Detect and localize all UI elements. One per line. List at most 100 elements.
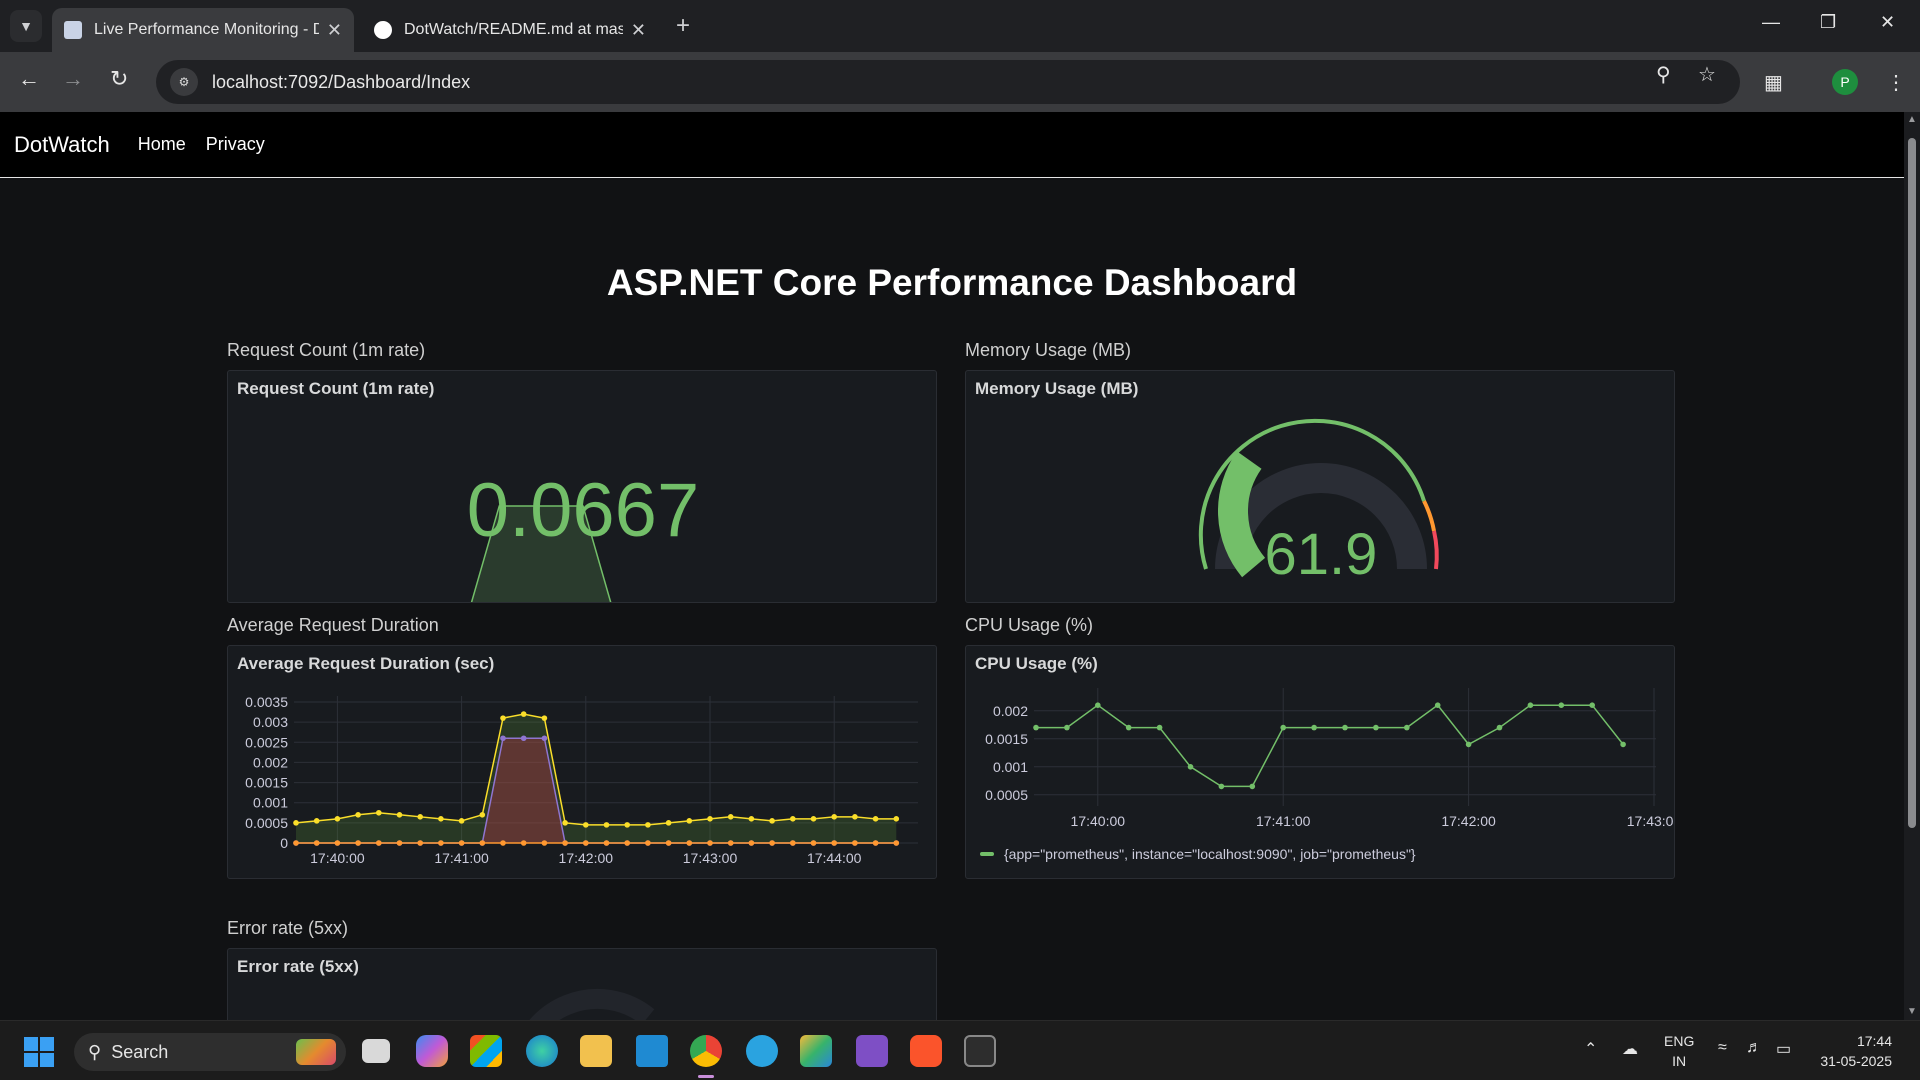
taskbar-clock[interactable]: 17:44 31-05-2025: [1812, 1031, 1892, 1071]
cpu-chart: 0.0005 0.001 0.0015 0.002 17:40:00 17:41:00 17…: [985, 688, 1675, 829]
bookmark-star-icon[interactable]: ☆: [1698, 62, 1716, 87]
data-point: [520, 711, 527, 717]
telegram-icon[interactable]: [746, 1035, 778, 1067]
y-tick-label: 0.0025: [245, 734, 288, 750]
data-point: [1434, 702, 1441, 708]
profile-avatar[interactable]: P: [1832, 69, 1858, 95]
data-point: [1064, 724, 1070, 731]
file-explorer-icon[interactable]: [580, 1035, 612, 1067]
data-point: [1496, 724, 1503, 731]
y-tick-label: 0.0015: [245, 775, 288, 791]
data-point: [707, 840, 713, 846]
url-text[interactable]: localhost:7092/Dashboard/Index: [212, 72, 470, 93]
restore-icon[interactable]: ❐: [1820, 12, 1836, 33]
data-point: [583, 840, 589, 846]
panel-title: Request Count (1m rate): [237, 379, 435, 398]
x-tick-label: 17:43:00: [1627, 813, 1675, 829]
tab-close-icon[interactable]: ✕: [631, 20, 646, 41]
page-scrollbar[interactable]: ▲ ▼: [1904, 112, 1920, 1020]
search-label: Search: [111, 1041, 169, 1062]
data-point: [355, 812, 361, 818]
close-window-icon[interactable]: ✕: [1880, 12, 1895, 33]
tray-chevron-icon[interactable]: ⌃: [1584, 1039, 1597, 1059]
terminal-icon[interactable]: [964, 1035, 996, 1067]
tab-search-button[interactable]: ▼: [10, 10, 42, 42]
panel-memory[interactable]: Memory Usage (MB) 61.9: [965, 370, 1675, 603]
y-tick-label: 0.0015: [985, 731, 1028, 747]
nav-home[interactable]: Home: [138, 134, 186, 155]
data-point: [872, 840, 879, 846]
y-tick-label: 0.0005: [985, 787, 1028, 803]
data-point: [1218, 783, 1225, 790]
brave-icon[interactable]: [910, 1035, 942, 1067]
x-tick-label: 17:40:00: [1071, 813, 1126, 829]
data-point: [541, 735, 548, 742]
reload-icon[interactable]: ↻: [110, 66, 128, 92]
data-point: [1589, 702, 1595, 708]
gauge-value: 61.9: [1264, 522, 1378, 587]
minimize-icon[interactable]: —: [1762, 12, 1780, 33]
panel-cpu[interactable]: CPU Usage (%) 0.0005 0.001 0.0015 0.002 17:4…: [965, 645, 1675, 879]
copilot-icon[interactable]: [416, 1035, 448, 1067]
search-highlight-icon: [296, 1039, 336, 1065]
data-point: [645, 840, 651, 846]
task-view-icon[interactable]: [362, 1039, 390, 1063]
address-bar[interactable]: ⚙ localhost:7092/Dashboard/Index: [156, 60, 1740, 104]
snipping-tool-icon[interactable]: [800, 1035, 832, 1067]
language-indicator[interactable]: ENG IN: [1664, 1031, 1694, 1071]
panel-request-count[interactable]: Request Count (1m rate) 0.0667: [227, 370, 937, 603]
windows-start-icon[interactable]: [24, 1037, 54, 1067]
scroll-thumb[interactable]: [1908, 138, 1916, 828]
edge-icon[interactable]: [526, 1035, 558, 1067]
microsoft-store-icon[interactable]: [470, 1035, 502, 1067]
data-point: [417, 840, 423, 846]
chrome-icon[interactable]: [690, 1035, 722, 1078]
site-info-icon[interactable]: ⚙: [170, 68, 198, 96]
visual-studio-icon[interactable]: [856, 1035, 888, 1067]
data-point: [396, 812, 403, 818]
data-point: [417, 814, 423, 820]
tab-live-performance[interactable]: Live Performance Monitoring - D ✕: [52, 8, 354, 52]
tab-close-icon[interactable]: ✕: [327, 20, 342, 41]
y-tick-label: 0.001: [993, 759, 1028, 775]
new-tab-button[interactable]: +: [676, 12, 690, 40]
menu-kebab-icon[interactable]: ⋮: [1886, 70, 1906, 95]
panel-avg-duration[interactable]: Average Request Duration (sec) 0 0.0005 0.…: [227, 645, 937, 879]
data-point: [396, 840, 403, 846]
error-rate-gauge: [529, 989, 655, 1020]
vscode-icon[interactable]: [636, 1035, 668, 1067]
panel-error-rate[interactable]: Error rate (5xx): [227, 948, 937, 1020]
scroll-down-icon[interactable]: ▼: [1907, 1006, 1917, 1017]
volume-icon[interactable]: ♬: [1746, 1039, 1762, 1057]
back-arrow-icon[interactable]: ←: [18, 66, 40, 92]
data-point: [293, 820, 299, 826]
nav-privacy[interactable]: Privacy: [206, 134, 265, 155]
series-line: [295, 713, 897, 826]
data-point: [438, 816, 444, 822]
chart-legend[interactable]: {app="prometheus", instance="localhost:9…: [980, 846, 1416, 862]
site-brand[interactable]: DotWatch: [14, 132, 110, 158]
forward-arrow-icon[interactable]: →: [62, 66, 84, 92]
data-point: [562, 840, 568, 846]
tab-readme[interactable]: DotWatch/README.md at mast ✕: [362, 8, 658, 52]
data-point: [769, 840, 775, 846]
scroll-up-icon[interactable]: ▲: [1907, 114, 1917, 125]
data-point: [831, 840, 837, 846]
data-point: [831, 814, 837, 820]
data-point: [541, 715, 548, 721]
taskbar-search[interactable]: ⚲ Search: [74, 1033, 346, 1071]
x-tick-label: 17:41:00: [434, 850, 489, 866]
battery-icon[interactable]: ▭: [1776, 1039, 1791, 1059]
x-tick-label: 17:43:00: [683, 850, 738, 866]
data-point: [645, 822, 651, 828]
data-point: [1311, 724, 1317, 731]
extensions-icon[interactable]: ▦: [1764, 70, 1783, 95]
zoom-icon[interactable]: ⚲: [1656, 62, 1671, 87]
windows-taskbar: ⚲ Search ⌃ ☁ ENG IN ≈ ♬ ▭ 17:44 31-05-20…: [0, 1020, 1920, 1080]
github-icon: [374, 21, 392, 39]
wifi-icon[interactable]: ≈: [1718, 1039, 1727, 1057]
data-point: [1280, 724, 1286, 731]
data-point: [1187, 764, 1194, 770]
data-point: [479, 840, 486, 846]
onedrive-icon[interactable]: ☁: [1622, 1039, 1638, 1059]
